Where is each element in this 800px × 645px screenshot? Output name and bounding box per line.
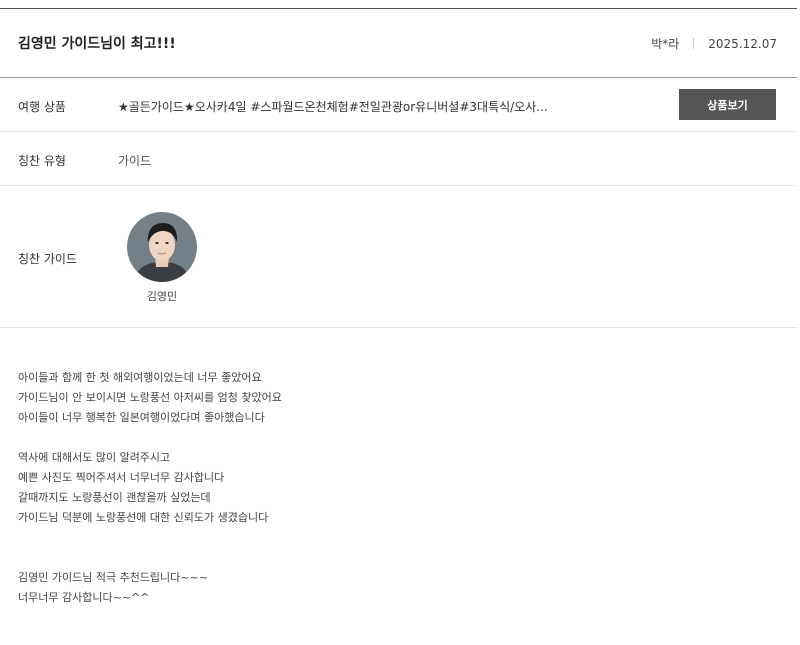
- praise-type-row: 칭찬 유형 가이드: [0, 132, 797, 186]
- body-line: 역사에 대해서도 많이 알려주시고: [18, 451, 171, 464]
- body-line: 가이드님이 안 보이시면 노랑풍선 아저씨를 엄청 찾았어요: [18, 391, 282, 404]
- body-line: [18, 428, 778, 448]
- review-date: 2025.12.07: [708, 36, 777, 51]
- product-label: 여행 상품: [18, 100, 66, 114]
- review-body: 아이들과 함께 한 첫 해외여행이었는데 너무 좋았어요 가이드님이 안 보이시…: [18, 368, 778, 608]
- review-header: 김영민 가이드님이 최고!!! 박*라 2025.12.07: [0, 8, 797, 78]
- body-line: [18, 528, 778, 548]
- body-line: [18, 548, 778, 568]
- review-title: 김영민 가이드님이 최고!!!: [18, 36, 176, 52]
- review-author: 박*라: [651, 37, 680, 51]
- praise-guide-row: 칭찬 가이드 김영민: [0, 186, 797, 328]
- body-line: 갈때까지도 노랑풍선이 괜찮을까 싶었는데: [18, 491, 211, 504]
- body-line: 가이드님 덕분에 노랑풍선에 대한 신뢰도가 생겼습니다: [18, 511, 269, 524]
- product-row: 여행 상품 ★골든가이드★오사카4일 #스파월드온천체험#전일관광or유니버셜#…: [0, 78, 797, 132]
- guide-name: 김영민: [146, 290, 178, 303]
- body-line: 너무너무 감사합니다~~^^: [18, 591, 150, 604]
- review-detail: 김영민 가이드님이 최고!!! 박*라 2025.12.07 여행 상품 ★골든…: [0, 0, 797, 645]
- body-line: 예쁜 사진도 찍어주셔서 너무너무 감사합니다: [18, 471, 225, 484]
- view-product-button[interactable]: 상품보기: [679, 89, 776, 120]
- guide-avatar: [127, 212, 197, 282]
- guide-card[interactable]: 김영민: [126, 212, 198, 304]
- product-name[interactable]: ★골든가이드★오사카4일 #스파월드온천체험#전일관광or유니버셜#3대특식/오…: [118, 98, 658, 115]
- praise-type-label: 칭찬 유형: [18, 154, 66, 168]
- review-meta: 박*라 2025.12.07: [651, 35, 777, 52]
- body-line: 아이들이 너무 행복한 일본여행이었다며 좋아했습니다: [18, 411, 265, 424]
- body-line: 김영민 가이드님 적극 추천드립니다~~~: [18, 571, 208, 584]
- body-line: 아이들과 함께 한 첫 해외여행이었는데 너무 좋았어요: [18, 371, 262, 384]
- praise-type-value: 가이드: [118, 154, 152, 168]
- meta-divider: [693, 38, 695, 49]
- praise-guide-label: 칭찬 가이드: [18, 252, 78, 266]
